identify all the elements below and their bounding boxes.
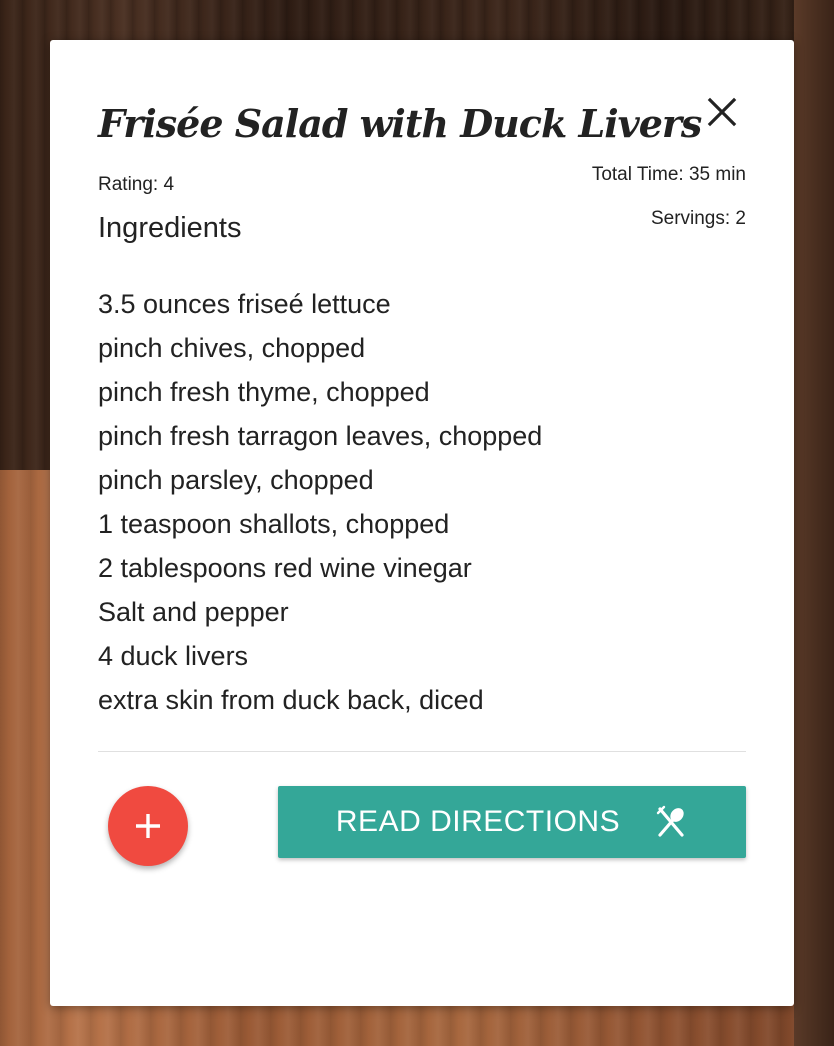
add-button[interactable]: [108, 786, 188, 866]
ingredient-item: 2 tablespoons red wine vinegar: [98, 553, 472, 583]
plus-icon: [136, 814, 160, 838]
read-directions-label: READ DIRECTIONS: [335, 805, 621, 838]
close-button[interactable]: [702, 92, 742, 132]
wood-background-edge: [794, 0, 834, 1046]
close-icon: [707, 97, 737, 127]
ingredient-item: pinch fresh thyme, chopped: [98, 377, 430, 407]
ingredient-item: 1 teaspoon shallots, chopped: [98, 509, 450, 539]
recipe-total-time: Total Time: 35 min: [591, 164, 746, 185]
ingredients-list: 3.5 ounces friseé lettuce pinch chives, …: [98, 282, 542, 722]
recipe-servings: Servings: 2: [650, 208, 746, 229]
ingredient-item: pinch chives, chopped: [98, 333, 366, 363]
ingredients-heading: Ingredients: [98, 212, 242, 244]
read-directions-button[interactable]: READ DIRECTIONS: [278, 786, 746, 858]
recipe-rating: Rating: 4: [98, 174, 175, 195]
ingredient-item: Salt and pepper: [98, 597, 289, 627]
ingredient-item: pinch parsley, chopped: [98, 465, 374, 495]
recipe-modal: Frisée Salad with Duck Livers Rating: 4 …: [50, 40, 794, 1006]
ingredient-item: 3.5 ounces friseé lettuce: [98, 289, 391, 319]
utensils-icon: [654, 805, 688, 839]
ingredient-item: pinch fresh tarragon leaves, chopped: [98, 421, 543, 451]
ingredient-item: 4 duck livers: [98, 641, 249, 671]
recipe-title: Frisée Salad with Duck Livers: [98, 101, 702, 146]
ingredient-item: extra skin from duck back, diced: [98, 685, 484, 715]
divider: [98, 751, 746, 752]
